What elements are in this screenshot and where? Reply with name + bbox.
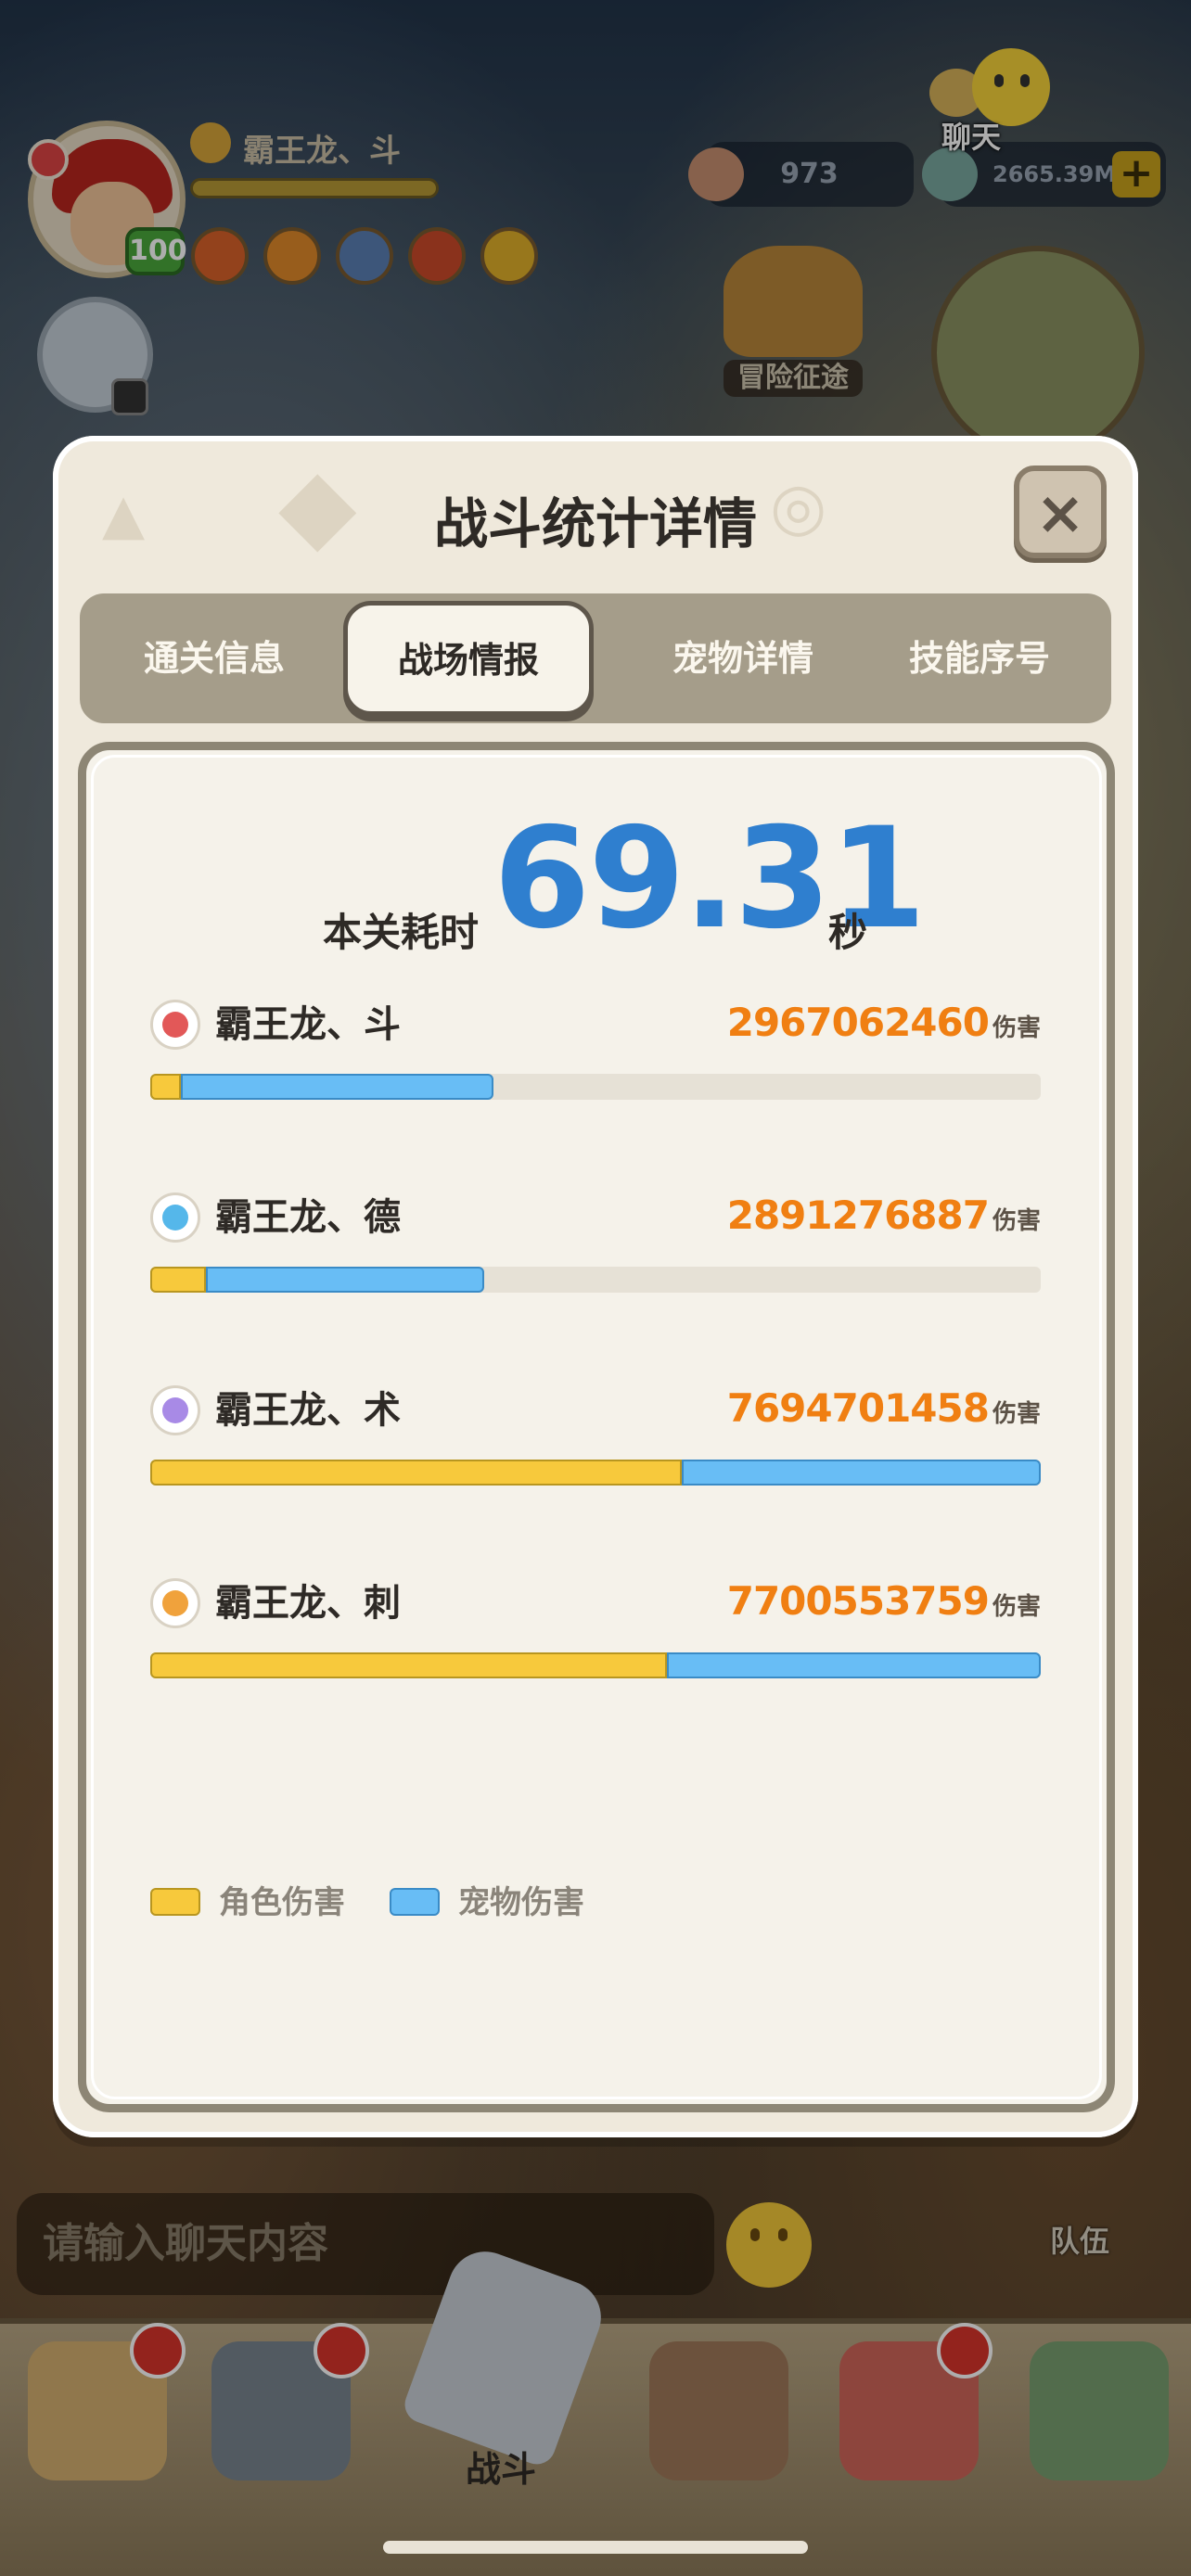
legend-character-swatch bbox=[150, 1888, 200, 1916]
row-damage-value: 2967062460 bbox=[726, 1000, 990, 1045]
damage-row: 霸王龙、德 2891276887 伤害 bbox=[150, 1185, 1041, 1296]
row-damage: 2891276887 伤害 bbox=[727, 1191, 1041, 1246]
damage-bar-track bbox=[150, 1074, 1041, 1100]
legend-pet: 宠物伤害 bbox=[390, 1882, 612, 1923]
character-damage-bar bbox=[150, 1267, 206, 1293]
damage-bar-track bbox=[150, 1267, 1041, 1293]
purple-spiral-icon bbox=[150, 1385, 200, 1435]
row-character-name: 霸王龙、斗 bbox=[215, 1003, 401, 1046]
legend-character-label: 角色伤害 bbox=[219, 1884, 345, 1921]
damage-bar-track bbox=[150, 1652, 1041, 1678]
pet-damage-bar bbox=[181, 1074, 493, 1100]
legend-pet-swatch bbox=[390, 1888, 440, 1916]
orange-blade-icon bbox=[150, 1578, 200, 1628]
red-fist-icon bbox=[150, 1000, 200, 1050]
close-icon: × bbox=[1035, 479, 1085, 548]
tab-skill-order[interactable]: 技能序号 bbox=[850, 593, 1109, 723]
row-damage: 7700553759 伤害 bbox=[727, 1576, 1041, 1632]
pet-damage-bar bbox=[682, 1460, 1041, 1486]
close-button[interactable]: × bbox=[1014, 465, 1107, 558]
row-damage-value: 7700553759 bbox=[726, 1578, 990, 1624]
stage-time-label: 本关耗时 bbox=[323, 910, 480, 955]
row-damage: 2967062460 伤害 bbox=[727, 998, 1041, 1053]
home-indicator[interactable] bbox=[383, 2541, 808, 2554]
row-damage-value: 7694701458 bbox=[726, 1385, 990, 1431]
stage-time-unit: 秒 bbox=[828, 910, 868, 955]
row-damage-unit: 伤害 bbox=[992, 1207, 1041, 1235]
row-character-name: 霸王龙、刺 bbox=[215, 1582, 401, 1625]
row-damage-unit: 伤害 bbox=[992, 1593, 1041, 1621]
pet-damage-bar bbox=[667, 1652, 1041, 1678]
pet-damage-bar bbox=[206, 1267, 484, 1293]
row-character-name: 霸王龙、术 bbox=[215, 1389, 401, 1432]
legend-character: 角色伤害 bbox=[150, 1882, 373, 1923]
modal-title: 战斗统计详情 bbox=[433, 492, 757, 555]
blue-swirl-icon bbox=[150, 1192, 200, 1243]
row-damage-value: 2891276887 bbox=[726, 1192, 990, 1238]
row-damage-unit: 伤害 bbox=[992, 1400, 1041, 1428]
character-damage-bar bbox=[150, 1652, 667, 1678]
tab-pet-details[interactable]: 宠物详情 bbox=[608, 593, 877, 723]
damage-row: 霸王龙、刺 7700553759 伤害 bbox=[150, 1571, 1041, 1682]
character-damage-bar bbox=[150, 1074, 181, 1100]
tab-bar: 通关信息 战场情报 宠物详情 技能序号 bbox=[80, 593, 1111, 723]
legend-pet-label: 宠物伤害 bbox=[458, 1884, 584, 1921]
damage-row: 霸王龙、术 7694701458 伤害 bbox=[150, 1378, 1041, 1489]
character-damage-bar bbox=[150, 1460, 682, 1486]
damage-row: 霸王龙、斗 2967062460 伤害 bbox=[150, 992, 1041, 1103]
row-character-name: 霸王龙、德 bbox=[215, 1196, 401, 1239]
tab-clear-info[interactable]: 通关信息 bbox=[80, 593, 349, 723]
tab-battlefield-intel[interactable]: 战场情报 bbox=[343, 601, 594, 716]
row-damage-unit: 伤害 bbox=[992, 1014, 1041, 1042]
row-damage: 7694701458 伤害 bbox=[727, 1384, 1041, 1439]
damage-bar-track bbox=[150, 1460, 1041, 1486]
